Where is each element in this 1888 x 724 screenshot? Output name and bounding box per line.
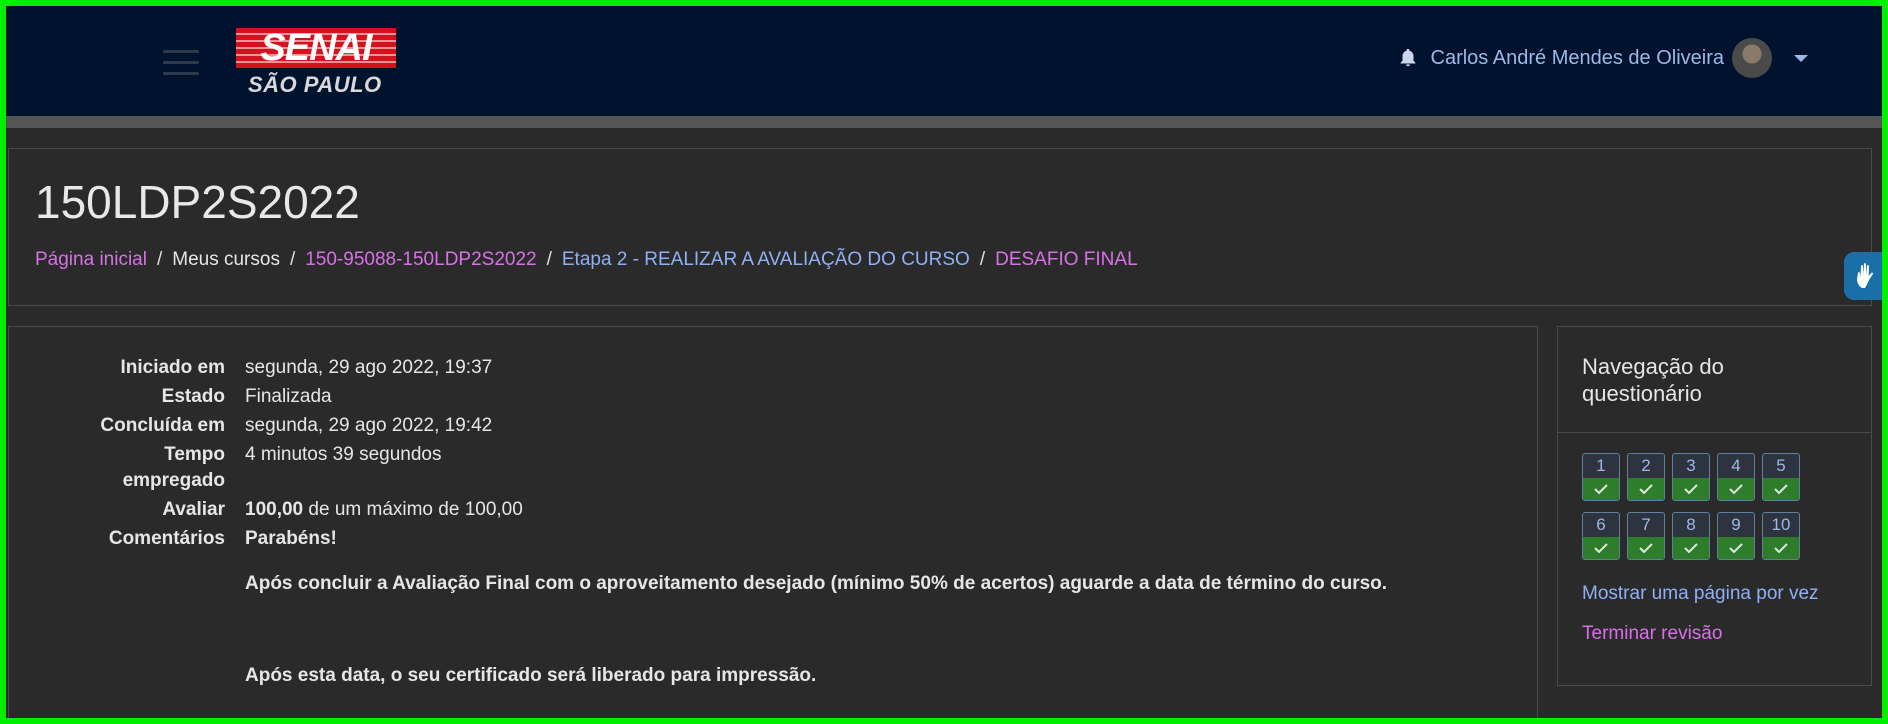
breadcrumb: Página inicial / Meus cursos / 150-95088… [35,249,1138,271]
senai-logo[interactable]: SENAI SÃO PAULO [236,28,396,100]
summary-label-line: empregado [122,470,225,491]
question-number: 10 [1771,515,1791,534]
check-icon [1763,478,1799,500]
accessibility-icon[interactable] [1844,252,1888,300]
logo-subtitle: SÃO PAULO [248,72,382,97]
question-button-7[interactable]: 7 [1627,512,1665,560]
check-icon [1673,537,1709,559]
summary-label: Estado [161,386,225,407]
summary-label: Iniciado em [120,357,225,378]
breadcrumb-separator: / [546,249,552,270]
quiz-navigation-title: Navegação do questionário [1582,354,1724,406]
question-button-4[interactable]: 4 [1717,453,1755,501]
question-number: 7 [1641,515,1651,534]
check-icon [1763,537,1799,559]
question-button-9[interactable]: 9 [1717,512,1755,560]
question-number: 5 [1776,456,1786,475]
user-name[interactable]: Carlos André Mendes de Oliveira [1431,47,1724,70]
attempt-summary: Iniciado em segunda, 29 ago 2022, 19:37 … [8,326,1538,724]
check-icon [1628,478,1664,500]
breadcrumb-separator: / [289,249,296,270]
question-button-2[interactable]: 2 [1627,453,1665,501]
page-header: 150LDP2S2022 Página inicial / Meus curso… [8,148,1872,306]
question-number: 9 [1731,515,1741,534]
summary-value: segunda, 29 ago 2022, 19:37 [245,357,493,378]
question-number: 1 [1596,456,1606,475]
feedback-paragraph-2: Após esta data, o seu certificado será l… [245,665,817,686]
logo-badge: SENAI [236,28,396,68]
finish-review-link[interactable]: Terminar revisão [1582,623,1722,645]
summary-value: Finalizada [245,386,332,407]
feedback-title: Parabéns! [245,528,337,549]
summary-label: Concluída em [100,415,225,436]
check-icon [1583,537,1619,559]
bell-icon[interactable] [1397,46,1419,70]
breadcrumb-item-home[interactable]: Página inicial [35,249,147,271]
check-icon [1583,478,1619,500]
breadcrumb-separator: / [979,249,986,270]
breadcrumb-item-my-courses: Meus cursos [172,249,280,270]
breadcrumb-item-section[interactable]: Etapa 2 - REALIZAR A AVALIAÇÃO DO CURSO [562,249,970,271]
summary-value: 4 minutos 39 segundos [245,444,442,465]
question-button-1[interactable]: 1 [1582,453,1620,501]
show-one-page-link[interactable]: Mostrar uma página por vez [1582,583,1819,605]
chevron-down-icon[interactable] [1794,54,1808,62]
question-number: 6 [1596,515,1606,534]
check-icon [1718,478,1754,500]
summary-label: Tempo empregado [9,442,225,494]
question-button-8[interactable]: 8 [1672,512,1710,560]
summary-value: 100,00 de um máximo de 100,00 [245,497,523,523]
question-number: 2 [1641,456,1651,475]
check-icon [1718,537,1754,559]
question-number: 8 [1686,515,1696,534]
breadcrumb-item-course[interactable]: 150-95088-150LDP2S2022 [305,249,536,271]
quiz-navigation: Navegação do questionário 1 2 3 4 5 6 7 8 9 10 Mo… [1557,326,1872,686]
summary-label-line: Tempo [164,444,225,465]
logo-word: SENAI [260,28,372,68]
question-button-6[interactable]: 6 [1582,512,1620,560]
summary-label: Avaliar [162,499,225,520]
navbar-divider [0,116,1888,128]
question-button-10[interactable]: 10 [1762,512,1800,560]
avatar[interactable] [1732,38,1772,78]
user-menu[interactable]: Carlos André Mendes de Oliveira [1397,38,1808,78]
check-icon [1673,478,1709,500]
summary-value: segunda, 29 ago 2022, 19:42 [245,415,493,436]
top-navbar: SENAI SÃO PAULO Carlos André Mendes de O… [0,0,1888,116]
divider [1558,432,1871,433]
menu-icon[interactable] [163,50,199,76]
question-button-5[interactable]: 5 [1762,453,1800,501]
breadcrumb-separator: / [156,249,163,270]
breadcrumb-item-activity[interactable]: DESAFIO FINAL [995,249,1138,271]
page-title: 150LDP2S2022 [35,176,360,228]
question-number: 4 [1731,456,1741,475]
grade-score: 100,00 [245,499,304,520]
summary-label: Comentários [108,528,225,549]
question-button-3[interactable]: 3 [1672,453,1710,501]
question-number: 3 [1686,456,1696,475]
check-icon [1628,537,1664,559]
feedback-paragraph-1: Após concluir a Avaliação Final com o ap… [245,573,1388,594]
hand-sign-icon [1857,263,1873,288]
grade-rest: de um máximo de 100,00 [308,499,523,520]
